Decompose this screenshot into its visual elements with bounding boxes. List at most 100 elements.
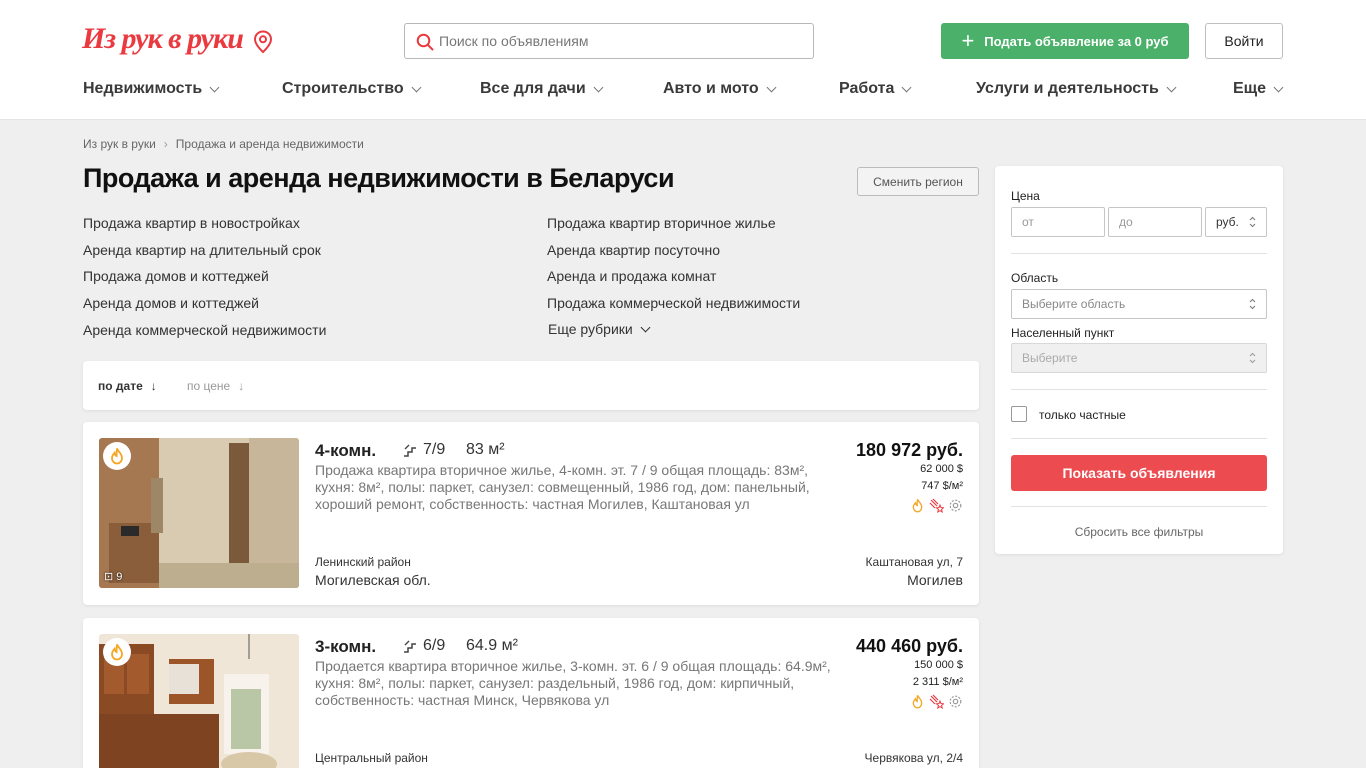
sort-by-date[interactable]: по дате ↓ — [98, 379, 157, 393]
site-logo[interactable]: Из рук в руки — [82, 22, 244, 56]
plus-icon: + — [961, 28, 975, 53]
camera-icon: ⊡ — [104, 571, 114, 583]
sort-bar: по дате ↓ по цене ↓ — [83, 361, 979, 410]
listing-rooms[interactable]: 4-комн. — [315, 441, 376, 461]
highlight-star-icon[interactable] — [929, 694, 944, 709]
listing-area: 83 м² — [466, 441, 505, 458]
nav-item-construction[interactable]: Строительство — [282, 80, 422, 98]
nav-item-garden[interactable]: Все для дачи — [480, 80, 604, 98]
post-ad-button[interactable]: + Подать объявление за 0 руб — [941, 23, 1189, 59]
gear-icon[interactable] — [948, 498, 963, 513]
nav-label: Недвижимость — [83, 80, 203, 97]
chevron-down-icon — [1166, 82, 1177, 92]
listing-actions — [910, 498, 963, 513]
private-only-label[interactable]: только частные — [1039, 408, 1126, 422]
listing-price-per-m: 747 $/м² — [921, 480, 963, 492]
stairs-icon — [404, 444, 416, 457]
page-title: Продажа и аренда недвижимости в Беларуси — [83, 163, 675, 193]
listing-street: Каштановая ул, 7 — [865, 555, 963, 569]
chevron-down-icon — [640, 322, 651, 332]
rubric-link[interactable]: Продажа квартир вторичное жилье — [547, 215, 776, 231]
nav-label: Еще — [1233, 80, 1267, 97]
listing-photo[interactable] — [99, 634, 299, 768]
private-only-checkbox[interactable] — [1011, 406, 1027, 422]
highlight-star-icon[interactable] — [929, 498, 944, 513]
region-label: Область — [1011, 271, 1059, 285]
price-to-input[interactable]: до — [1108, 207, 1202, 237]
sort-label: по цене — [187, 379, 231, 393]
currency-value: руб. — [1216, 215, 1239, 229]
region-placeholder: Выберите область — [1022, 297, 1126, 311]
city-select[interactable]: Выберите — [1011, 343, 1267, 373]
chevron-down-icon — [411, 82, 422, 92]
rubric-link[interactable]: Продажа коммерческой недвижимости — [547, 295, 800, 311]
city-label: Населенный пункт — [1011, 326, 1115, 340]
listing-card[interactable]: 3-комн. 6/9 64.9 м² Продается квартира в… — [83, 618, 979, 768]
listing-floor: 6/9 — [403, 637, 445, 655]
search-input[interactable] — [439, 24, 799, 58]
search-box — [404, 23, 814, 59]
reset-filters-link[interactable]: Сбросить все фильтры — [1011, 525, 1267, 539]
breadcrumb-separator: › — [163, 137, 168, 151]
fire-icon[interactable] — [910, 498, 925, 513]
location-pin-icon[interactable] — [253, 30, 273, 54]
listing-district: Ленинский район — [315, 555, 411, 569]
photo-count-value: 9 — [116, 570, 123, 583]
breadcrumb: Из рук в руки › Продажа и аренда недвижи… — [83, 137, 364, 151]
photo-count: ⊡ 9 — [104, 570, 123, 584]
select-arrows-icon — [1249, 216, 1256, 228]
listing-photo[interactable]: ⊡ 9 — [99, 438, 299, 588]
nav-item-work[interactable]: Работа — [839, 80, 912, 98]
rubric-link[interactable]: Продажа квартир в новостройках — [83, 215, 300, 231]
nav-label: Все для дачи — [480, 80, 586, 97]
fire-icon[interactable] — [910, 694, 925, 709]
search-icon — [416, 33, 434, 51]
chevron-down-icon — [766, 82, 777, 92]
change-region-button[interactable]: Сменить регион — [857, 167, 979, 196]
nav-label: Работа — [839, 80, 895, 97]
site-header: Из рук в руки + Подать объявление за 0 р… — [0, 0, 1366, 120]
chevron-down-icon — [593, 82, 604, 92]
rubric-link[interactable]: Аренда квартир на длительный срок — [83, 242, 321, 258]
listing-city: Могилев — [907, 572, 963, 588]
more-rubrics-toggle[interactable]: Еще рубрики — [548, 321, 651, 337]
listing-district: Центральный район — [315, 751, 428, 765]
nav-label: Авто и мото — [663, 80, 759, 97]
nav-item-services[interactable]: Услуги и деятельность — [976, 80, 1177, 98]
more-rubrics-label: Еще рубрики — [548, 321, 633, 337]
rubric-link[interactable]: Продажа домов и коттеджей — [83, 268, 269, 284]
listing-price: 440 460 руб. — [856, 636, 963, 656]
select-arrows-icon — [1249, 298, 1256, 310]
divider — [1011, 253, 1267, 254]
price-from-input[interactable]: от — [1011, 207, 1105, 237]
listing-card[interactable]: ⊡ 9 4-комн. 7/9 83 м² Продажа квартира в… — [83, 422, 979, 605]
show-listings-button[interactable]: Показать объявления — [1011, 455, 1267, 491]
region-select[interactable]: Выберите область — [1011, 289, 1267, 319]
breadcrumb-current[interactable]: Продажа и аренда недвижимости — [176, 137, 364, 151]
sort-by-price[interactable]: по цене ↓ — [187, 379, 244, 393]
price-label: Цена — [1011, 189, 1040, 203]
nav-item-auto[interactable]: Авто и мото — [663, 80, 777, 98]
nav-item-more[interactable]: Еще — [1233, 80, 1284, 98]
listing-description: Продажа квартира вторичное жилье, 4-комн… — [315, 462, 810, 512]
rubric-link[interactable]: Аренда и продажа комнат — [547, 268, 716, 284]
rubric-link[interactable]: Аренда домов и коттеджей — [83, 295, 259, 311]
login-button[interactable]: Войти — [1205, 23, 1283, 59]
filter-panel: Цена от до руб. Область Выберите область… — [995, 166, 1283, 554]
chevron-down-icon — [1273, 82, 1284, 92]
nav-label: Строительство — [282, 80, 404, 97]
currency-select[interactable]: руб. — [1205, 207, 1267, 237]
listing-rooms[interactable]: 3-комн. — [315, 637, 376, 657]
rubric-link[interactable]: Аренда коммерческой недвижимости — [83, 322, 326, 338]
sort-label: по дате — [98, 379, 143, 393]
breadcrumb-home[interactable]: Из рук в руки — [83, 137, 156, 151]
select-arrows-icon — [1249, 352, 1256, 364]
floor-value: 6/9 — [423, 637, 446, 654]
divider — [1011, 438, 1267, 439]
listing-description: Продается квартира вторичное жилье, 3-ко… — [315, 658, 831, 708]
nav-item-realty[interactable]: Недвижимость — [83, 80, 220, 98]
fire-icon — [103, 442, 131, 470]
rubric-link[interactable]: Аренда квартир посуточно — [547, 242, 720, 258]
gear-icon[interactable] — [948, 694, 963, 709]
fire-icon — [103, 638, 131, 666]
